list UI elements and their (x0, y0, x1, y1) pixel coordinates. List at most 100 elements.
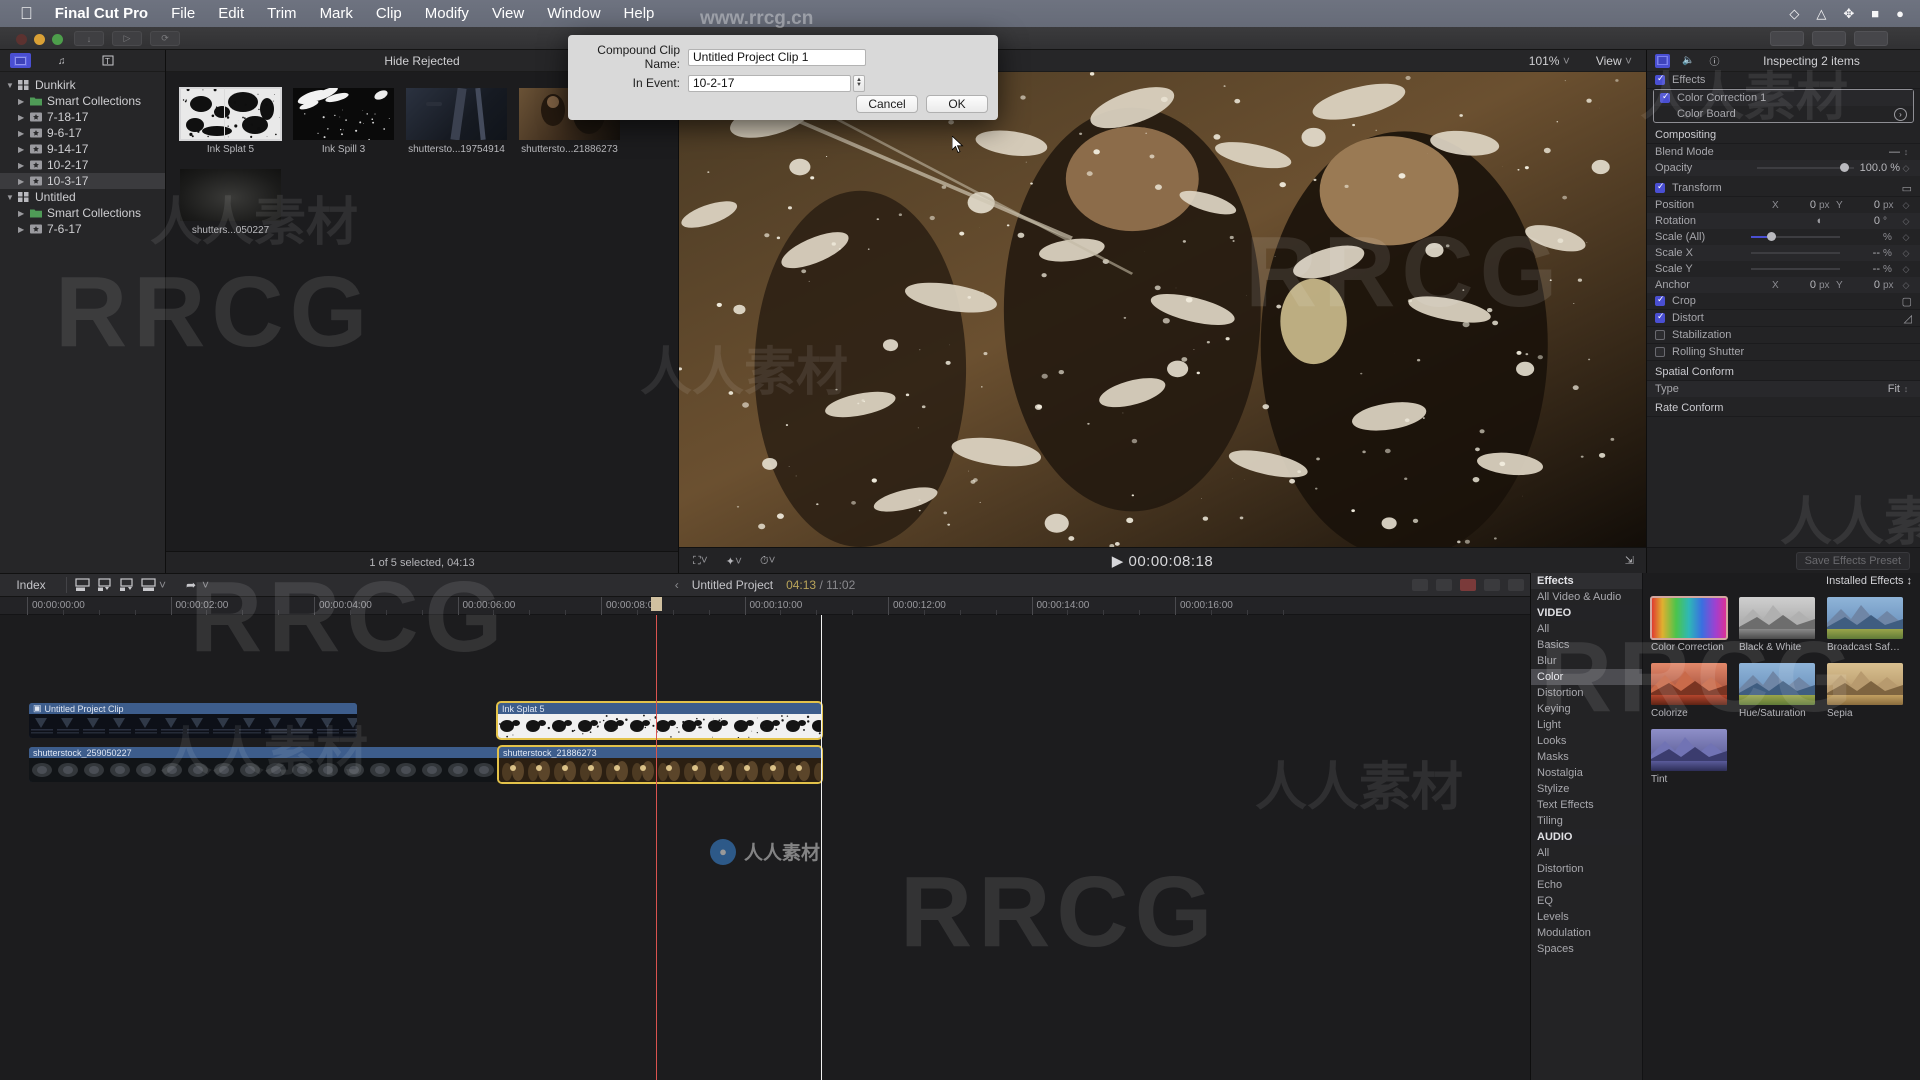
effects-category-all[interactable]: All (1531, 621, 1642, 637)
scale-x-row[interactable]: Scale X -- % ◇ (1647, 245, 1920, 261)
enhancement-tool-icon[interactable]: ✦˅ (726, 554, 742, 568)
sidebar-item-9-6-17[interactable]: ▶ 9-6-17 (0, 125, 165, 141)
effects-category-all-video-audio[interactable]: All Video & Audio (1531, 589, 1642, 605)
effect-color-correction[interactable]: Color Correction (1651, 597, 1727, 653)
rotation-dial-icon[interactable]: ◖ (1815, 215, 1822, 227)
hide-rejected-label[interactable]: Hide Rejected (384, 54, 459, 68)
ok-button[interactable]: OK (926, 95, 988, 113)
position-y-field[interactable]: 0 (1846, 199, 1880, 211)
effect-thumbnail[interactable] (1651, 729, 1727, 771)
effect-thumbnail[interactable] (1651, 663, 1727, 705)
effects-category-eq[interactable]: EQ (1531, 893, 1642, 909)
sidebar-item-smart-collections[interactable]: ▶ Smart Collections (0, 205, 165, 221)
timeline-clip-ink-splat-5[interactable]: Ink Splat 5 (498, 703, 821, 738)
chevron-right-icon[interactable]: ▶ (18, 113, 30, 122)
playhead-handle[interactable] (651, 597, 662, 611)
libraries-tab-icon[interactable] (10, 53, 31, 68)
effects-category-color[interactable]: Color (1531, 669, 1642, 685)
scale-all-row[interactable]: Scale (All) % ◇ (1647, 229, 1920, 245)
color-board-row[interactable]: Color Board › (1654, 106, 1913, 122)
minimize-window-button[interactable] (34, 34, 45, 45)
effects-category-tiling[interactable]: Tiling (1531, 813, 1642, 829)
opacity-keyframe-icon[interactable]: ◇ (1900, 163, 1912, 174)
effects-category-blur[interactable]: Blur (1531, 653, 1642, 669)
distort-onscreen-icon[interactable]: ◿ (1904, 312, 1912, 325)
effects-category-masks[interactable]: Masks (1531, 749, 1642, 765)
toggle-browser-button[interactable] (1770, 31, 1804, 46)
chevron-left-icon[interactable]: ‹ (675, 578, 679, 592)
analyze-icon[interactable]: ⟳ (150, 31, 180, 46)
library-tree[interactable]: ▼ Dunkirk ▶ Smart Collections ▶ 7-18-17 ▶ 9-6-1… (0, 72, 165, 573)
sidebar-item-7-6-17[interactable]: ▶ 7-6-17 (0, 221, 165, 237)
scale-y-slider[interactable] (1751, 268, 1841, 270)
menu-view[interactable]: View (492, 5, 524, 22)
effect-black-white[interactable]: Black & White (1739, 597, 1815, 653)
effect-thumbnail[interactable] (1651, 597, 1727, 639)
timeline-playhead[interactable] (656, 615, 657, 1080)
anchor-row[interactable]: Anchor X 0 px Y 0 px ◇ (1647, 277, 1920, 293)
menu-clip[interactable]: Clip (376, 5, 402, 22)
in-event-select[interactable]: 10-2-17 (688, 75, 851, 92)
timeline-clip-untitled-project-clip[interactable]: ▣ Untitled Project Clip (29, 703, 357, 738)
chevron-right-icon[interactable]: ▶ (18, 145, 30, 154)
menu-help[interactable]: Help (624, 5, 655, 22)
rotation-field[interactable]: 0 (1846, 215, 1880, 227)
zoom-out-icon[interactable] (1484, 579, 1500, 591)
transform-onscreen-icon[interactable]: ▭ (1902, 182, 1912, 195)
apple-logo-icon[interactable]:  (20, 4, 33, 24)
viewer-canvas[interactable] (679, 72, 1646, 547)
chevron-right-icon[interactable]: ▶ (18, 225, 30, 234)
chevron-right-icon[interactable]: ▶ (18, 177, 30, 186)
effect-thumbnail[interactable] (1827, 663, 1903, 705)
chevron-down-icon[interactable]: ▼ (6, 193, 18, 202)
overwrite-icon[interactable] (137, 576, 159, 594)
level-meter-icon[interactable] (1460, 579, 1476, 591)
browser-clip-ink-splat[interactable]: Ink Splat 5 (180, 88, 281, 155)
close-window-button[interactable] (16, 34, 27, 45)
menu-modify[interactable]: Modify (425, 5, 469, 22)
effects-thumbnail-grid[interactable]: Color Correction Black & White Broadcast… (1643, 589, 1920, 1080)
clip-thumbnail[interactable] (293, 88, 394, 140)
play-icon[interactable]: ▶ (1112, 553, 1124, 570)
effects-category-basics[interactable]: Basics (1531, 637, 1642, 653)
rotation-keyframe-icon[interactable]: ◇ (1900, 216, 1912, 227)
audio-inspector-tab-icon[interactable]: 🔈 (1681, 54, 1696, 68)
sidebar-item-smart-collections[interactable]: ▶ Smart Collections (0, 93, 165, 109)
scale-all-keyframe-icon[interactable]: ◇ (1900, 232, 1912, 243)
effects-category-list[interactable]: Effects All Video & Audio VIDEO All Basics B… (1531, 573, 1643, 1080)
effect-hue-saturation[interactable]: Hue/Saturation (1739, 663, 1815, 719)
stabilization-section-header[interactable]: Stabilization (1647, 327, 1920, 344)
bluetooth-icon[interactable]: ✥ (1843, 6, 1854, 22)
insert-icon[interactable] (93, 576, 115, 594)
clock-icon[interactable]: ● (1896, 6, 1904, 21)
effects-category-light[interactable]: Light (1531, 717, 1642, 733)
stepper-icon[interactable]: ↕ (1907, 575, 1913, 587)
blend-mode-stepper-icon[interactable]: ↕ (1900, 147, 1912, 157)
chevron-right-icon[interactable]: ▶ (18, 97, 30, 106)
toggle-timeline-button[interactable] (1812, 31, 1846, 46)
cancel-button[interactable]: Cancel (856, 95, 918, 113)
titles-tab-icon[interactable]: T (98, 53, 119, 68)
timeline-skimmer[interactable] (821, 615, 822, 1080)
browser-clip-ink-spill[interactable]: Ink Spill 3 (293, 88, 394, 155)
clip-thumbnail[interactable] (406, 88, 507, 140)
conform-type-stepper-icon[interactable]: ↕ (1900, 384, 1912, 394)
sidebar-item-7-18-17[interactable]: ▶ 7-18-17 (0, 109, 165, 125)
stabilization-checkbox[interactable] (1655, 330, 1665, 340)
view-menu-button[interactable]: View ˅ (1596, 54, 1632, 68)
scale-x-keyframe-icon[interactable]: ◇ (1900, 248, 1912, 259)
effects-category-looks[interactable]: Looks (1531, 733, 1642, 749)
menu-window[interactable]: Window (547, 5, 600, 22)
fullscreen-icon[interactable]: ⇲ (1625, 554, 1646, 567)
zoom-in-icon[interactable] (1508, 579, 1524, 591)
scale-x-field[interactable]: -- (1846, 247, 1880, 259)
sidebar-item-untitled[interactable]: ▼ Untitled (0, 189, 165, 205)
headphone-icon[interactable] (1436, 579, 1452, 591)
toggle-inspector-button[interactable] (1854, 31, 1888, 46)
effects-category-text-effects[interactable]: Text Effects (1531, 797, 1642, 813)
chevron-right-icon[interactable]: ▶ (18, 209, 30, 218)
inspector-body[interactable]: Effects Color Correction 1 Color Board ›… (1647, 72, 1920, 547)
effects-category-spaces[interactable]: Spaces (1531, 941, 1642, 957)
retime-tool-icon[interactable]: ⏱˅ (760, 553, 776, 568)
effects-section-header[interactable]: Effects (1647, 72, 1920, 89)
